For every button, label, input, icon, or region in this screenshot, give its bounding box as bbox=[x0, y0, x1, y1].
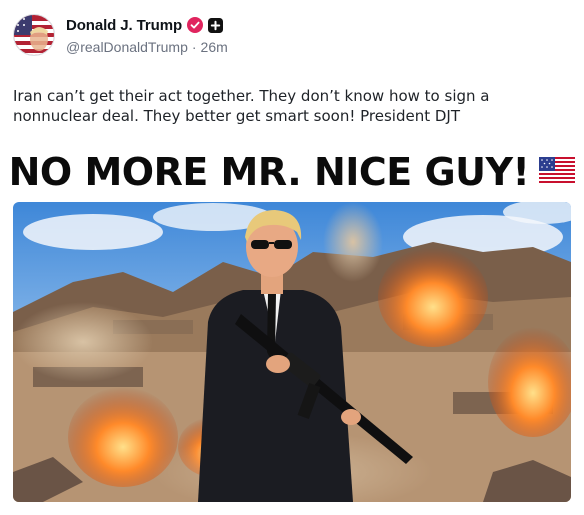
post-text: Iran can’t get their act together. They … bbox=[13, 86, 573, 126]
author-display-name[interactable]: Donald J. Trump bbox=[66, 17, 182, 34]
avatar[interactable] bbox=[13, 14, 55, 56]
post-card: Donald J. Trump @realDonaldTrump · 26m I… bbox=[0, 0, 584, 515]
post-media-image[interactable] bbox=[13, 202, 571, 502]
media-headline-text: NO MORE MR. NICE GUY! bbox=[8, 150, 530, 194]
post-text-line: Iran can’t get their act together. They … bbox=[13, 87, 490, 105]
verified-badge-icon bbox=[187, 17, 204, 33]
post-timestamp[interactable]: 26m bbox=[201, 39, 228, 55]
author-handle[interactable]: @realDonaldTrump bbox=[66, 39, 188, 55]
separator-dot: · bbox=[191, 39, 197, 55]
man-in-suit-with-rifle-explosions-photo-icon bbox=[13, 202, 571, 502]
author-name-row: Donald J. Trump bbox=[66, 15, 224, 35]
post-text-line: nonnuclear deal. They better get smart s… bbox=[13, 107, 461, 125]
plus-badge-icon bbox=[208, 17, 224, 33]
flag-portrait-avatar-icon bbox=[14, 15, 54, 55]
us-flag-icon bbox=[539, 156, 576, 188]
author-handle-row: @realDonaldTrump · 26m bbox=[66, 39, 228, 55]
media-headline: NO MORE MR. NICE GUY! bbox=[0, 148, 584, 196]
